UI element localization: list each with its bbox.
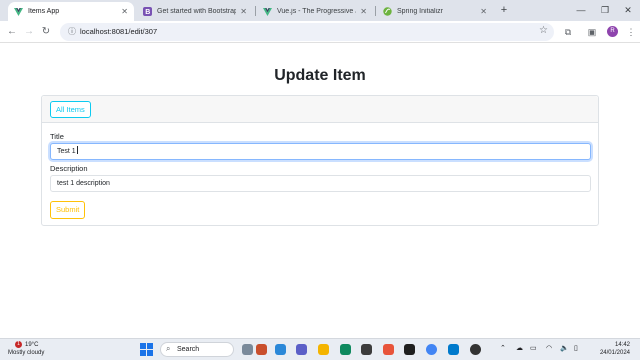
close-tab-icon[interactable]: ✕ <box>360 7 367 16</box>
store-icon[interactable] <box>361 344 372 355</box>
browser-toolbar: ← → ↻ ⓘ localhost:8081/edit/307 ☆ ⧉ ▣ R … <box>0 21 640 43</box>
wifi-icon[interactable]: ◠ <box>546 344 552 352</box>
side-panel-icon[interactable]: ▣ <box>585 25 599 39</box>
tab-title: Get started with Bootstrap · Bo <box>157 8 237 15</box>
title-input[interactable]: Test 1 <box>50 143 591 160</box>
description-input[interactable]: test 1 description <box>50 175 591 192</box>
weather-condition: Mostly cloudy <box>8 350 45 356</box>
clock-time: 14:42 <box>614 342 630 348</box>
tab-separator <box>255 6 256 16</box>
tab-separator <box>375 6 376 16</box>
menu-kebab-icon[interactable]: ⋮ <box>624 25 638 39</box>
widgets-app-icon[interactable] <box>256 344 267 355</box>
back-icon[interactable]: ← <box>5 25 19 39</box>
description-label: Description <box>50 164 88 173</box>
title-input-value: Test 1 <box>57 148 76 155</box>
page-title: Update Item <box>274 67 366 84</box>
tab-bootstrap[interactable]: B Get started with Bootstrap · Bo ✕ <box>137 2 253 21</box>
intellij-icon[interactable] <box>404 344 415 355</box>
spring-logo-icon <box>383 7 392 16</box>
weather-temp: 19°C <box>25 342 39 348</box>
title-label: Title <box>50 132 64 141</box>
url-text: localhost:8081/edit/307 <box>80 27 158 36</box>
vue-logo-icon <box>14 7 23 16</box>
windows-start-icon[interactable] <box>140 343 153 356</box>
profile-avatar[interactable]: R <box>607 26 618 37</box>
tab-items-app[interactable]: Items App ✕ <box>8 2 134 21</box>
card-header: All Items <box>42 96 598 123</box>
forward-icon[interactable]: → <box>22 25 36 39</box>
battery-status-icon[interactable]: ▯ <box>574 344 578 352</box>
chat-icon[interactable] <box>296 344 307 355</box>
cloud-icon[interactable]: ☁ <box>516 344 523 352</box>
tab-title: Spring Initializr <box>397 8 443 15</box>
update-item-card: All Items Title Test 1 Description test … <box>41 95 599 226</box>
chrome-icon[interactable] <box>426 344 437 355</box>
github-icon[interactable] <box>470 344 481 355</box>
restore-icon[interactable]: ❐ <box>594 2 616 18</box>
file-explorer-icon[interactable] <box>318 344 329 355</box>
text-caret <box>76 146 78 154</box>
taskview-icon[interactable] <box>242 344 253 355</box>
tab-spring-initializr[interactable]: Spring Initializr ✕ <box>377 2 493 21</box>
bootstrap-logo-icon: B <box>143 7 152 16</box>
address-bar[interactable]: ⓘ localhost:8081/edit/307 ☆ <box>60 23 554 41</box>
submit-button[interactable]: Submit <box>50 201 86 219</box>
vue-logo-icon <box>263 7 272 16</box>
notification-badge: 1 <box>15 341 22 348</box>
extensions-icon[interactable]: ⧉ <box>561 25 575 39</box>
close-tab-icon[interactable]: ✕ <box>240 7 247 16</box>
search-label: Search <box>177 346 200 353</box>
battery-icon[interactable]: ▭ <box>530 344 537 352</box>
clock-date: 24/01/2024 <box>599 350 630 356</box>
app-icon-orange[interactable] <box>383 344 394 355</box>
site-info-icon[interactable]: ⓘ <box>66 26 78 38</box>
tab-title: Items App <box>28 8 60 15</box>
minimize-icon[interactable]: — <box>570 2 592 18</box>
system-clock[interactable]: 14:42 24/01/2024 <box>600 341 630 357</box>
weather-widget[interactable]: 1 19°C Mostly cloudy <box>8 341 44 357</box>
taskbar-search[interactable]: ⌕ Search <box>160 342 234 357</box>
browser-tab-strip: Items App ✕ B Get started with Bootstrap… <box>0 0 640 21</box>
close-tab-icon[interactable]: ✕ <box>480 7 487 16</box>
all-items-button[interactable]: All Items <box>50 101 91 118</box>
reload-icon[interactable]: ↻ <box>39 25 53 39</box>
bookmark-star-icon[interactable]: ☆ <box>539 25 548 36</box>
edge-browser-icon[interactable] <box>340 344 351 355</box>
tab-title: Vue.js - The Progressive JavaSc <box>277 8 356 15</box>
close-tab-icon[interactable]: ✕ <box>121 7 128 16</box>
vscode-icon[interactable] <box>448 344 459 355</box>
svg-text:B: B <box>145 9 150 16</box>
close-window-icon[interactable]: ✕ <box>617 2 639 18</box>
new-tab-button[interactable]: + <box>497 3 511 17</box>
volume-icon[interactable]: 🔈 <box>560 344 569 352</box>
windows-taskbar: 1 19°C Mostly cloudy ⌕ Search ⌃ ☁ ▭ ◠ 🔈 … <box>0 338 640 360</box>
search-icon: ⌕ <box>166 344 171 353</box>
teams-icon[interactable] <box>275 344 286 355</box>
chevron-up-icon[interactable]: ⌃ <box>500 344 506 352</box>
description-input-value: test 1 description <box>57 180 110 187</box>
tab-vuejs[interactable]: Vue.js - The Progressive JavaSc ✕ <box>257 2 373 21</box>
